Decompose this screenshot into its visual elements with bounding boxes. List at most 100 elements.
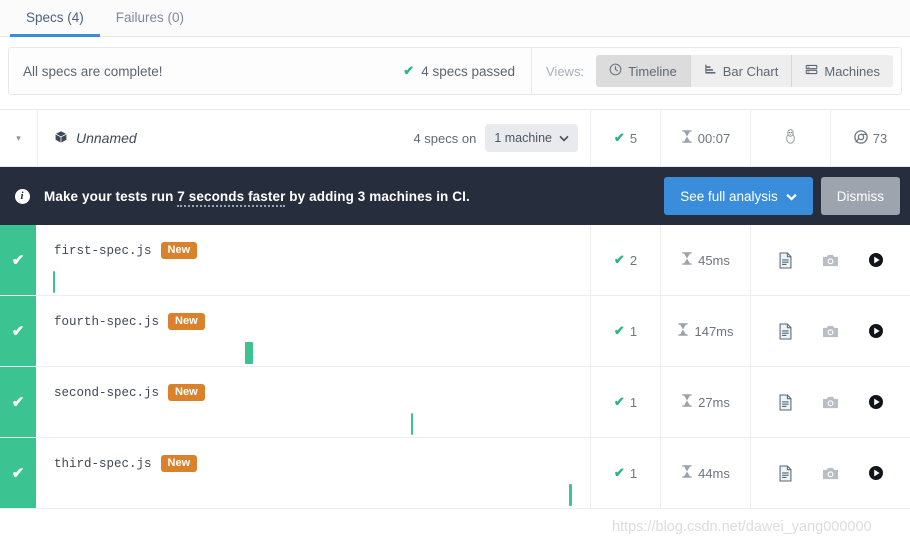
cube-icon [54, 130, 68, 147]
machine-count-dropdown[interactable]: 1 machine [485, 124, 578, 152]
hourglass-icon [677, 323, 689, 339]
group-os [750, 109, 830, 167]
play-icon[interactable] [868, 465, 884, 481]
tab-specs[interactable]: Specs (4) [10, 0, 100, 37]
chevron-down-icon [786, 189, 797, 204]
group-duration-value: 00:07 [697, 130, 731, 146]
chevron-down-icon [559, 131, 569, 145]
group-passed-count: ✔ 5 [590, 109, 660, 167]
spec-duration-value: 45ms [698, 252, 730, 268]
spec-duration: 45ms [660, 225, 750, 295]
check-icon: ✔ [613, 252, 625, 267]
status-badge: New [160, 455, 198, 473]
group-duration: 00:07 [660, 109, 750, 167]
spec-passed-value: 1 [629, 465, 638, 481]
document-icon[interactable] [778, 322, 793, 340]
document-icon[interactable] [778, 464, 793, 482]
see-full-analysis-button[interactable]: See full analysis [664, 177, 813, 215]
table-row[interactable]: ✔ fourth-spec.js New ✔ 1 147ms [0, 296, 910, 367]
spec-group-row: ▾ Unnamed 4 specs on 1 machine ✔ 5 00:07… [0, 109, 910, 167]
spec-passed-value: 2 [629, 252, 638, 268]
banner-highlight: 7 seconds faster [177, 188, 286, 207]
document-icon[interactable] [778, 251, 793, 269]
camera-icon[interactable] [822, 395, 839, 410]
spec-name-line: third-spec.js New [54, 438, 590, 473]
status-message: All specs are complete! [23, 63, 163, 79]
tab-failures[interactable]: Failures (0) [100, 0, 200, 36]
play-icon[interactable] [868, 323, 884, 339]
spec-duration: 147ms [660, 296, 750, 366]
timeline-bar [569, 484, 572, 506]
spec-file-name: third-spec.js [54, 456, 152, 471]
spec-passed-count: ✔ 1 [590, 296, 660, 366]
spec-status-indicator: ✔ [0, 225, 36, 295]
machine-count-label: 1 machine [494, 131, 552, 145]
spec-file-name: second-spec.js [54, 385, 160, 400]
banner-suffix: by adding 3 machines in CI. [285, 188, 470, 204]
spec-main-cell: first-spec.js New [36, 225, 590, 295]
group-specs-on-label: 4 specs on [413, 130, 477, 146]
spec-status-indicator: ✔ [0, 367, 36, 437]
status-badge: New [168, 384, 205, 402]
spec-file-name: fourth-spec.js [54, 314, 160, 329]
spec-passed-count: ✔ 1 [590, 438, 660, 508]
table-row[interactable]: ✔ second-spec.js New ✔ 1 27ms [0, 367, 910, 438]
check-icon: ✔ [613, 323, 625, 338]
spec-main-cell: second-spec.js New [36, 367, 590, 437]
spec-list: ✔ first-spec.js New ✔ 2 45ms ✔ fourth-sp… [0, 225, 910, 509]
status-badge: New [168, 313, 205, 331]
test-runner-app: Specs (4) Failures (0) All specs are com… [0, 0, 910, 548]
machines-icon [805, 63, 818, 79]
spec-actions [750, 296, 910, 366]
camera-icon[interactable] [822, 466, 839, 481]
spec-actions [750, 225, 910, 295]
status-bar: All specs are complete! ✔ 4 specs passed… [8, 47, 902, 95]
group-passed-value: 5 [629, 130, 638, 146]
spec-name-line: first-spec.js New [54, 225, 590, 260]
camera-icon[interactable] [822, 253, 839, 268]
check-icon: ✔ [613, 465, 625, 480]
group-browser: 73 [830, 109, 910, 167]
spec-duration-value: 147ms [694, 323, 734, 339]
play-icon[interactable] [868, 252, 884, 268]
table-row[interactable]: ✔ first-spec.js New ✔ 2 45ms [0, 225, 910, 296]
spec-name-line: second-spec.js New [54, 367, 590, 402]
spec-duration-value: 27ms [698, 394, 730, 410]
check-icon: ✔ [613, 394, 625, 409]
ci-analysis-banner: i Make your tests run 7 seconds faster b… [0, 167, 910, 225]
spec-actions [750, 438, 910, 508]
info-icon: i [0, 188, 44, 204]
camera-icon[interactable] [822, 324, 839, 339]
table-row[interactable]: ✔ third-spec.js New ✔ 1 44ms [0, 438, 910, 509]
play-icon[interactable] [868, 394, 884, 410]
view-barchart-button[interactable]: Bar Chart [690, 55, 793, 87]
view-barchart-label: Bar Chart [722, 63, 779, 79]
spec-passed-count: ✔ 1 [590, 367, 660, 437]
hourglass-icon [681, 394, 693, 410]
tab-bar: Specs (4) Failures (0) [0, 0, 910, 37]
specs-passed-summary: ✔ 4 specs passed [403, 63, 531, 79]
spec-passed-value: 1 [629, 323, 638, 339]
spec-duration: 27ms [660, 367, 750, 437]
view-machines-label: Machines [824, 63, 880, 79]
spec-duration: 44ms [660, 438, 750, 508]
view-machines-button[interactable]: Machines [792, 55, 893, 87]
bar-chart-icon [704, 63, 717, 79]
tab-specs-label: Specs (4) [26, 10, 84, 25]
document-icon[interactable] [778, 393, 793, 411]
chevron-down-icon: ▾ [16, 132, 21, 143]
spec-file-name: first-spec.js [54, 243, 152, 258]
group-collapse-toggle[interactable]: ▾ [0, 109, 38, 167]
banner-prefix: Make your tests run [44, 188, 178, 204]
spec-duration-value: 44ms [698, 465, 730, 481]
hourglass-icon [681, 130, 693, 146]
specs-passed-label: 4 specs passed [421, 63, 515, 79]
clock-icon [609, 63, 622, 79]
view-timeline-button[interactable]: Timeline [596, 55, 691, 87]
group-name-label: Unnamed [76, 130, 137, 146]
timeline-bar [245, 342, 253, 364]
see-full-analysis-label: See full analysis [680, 188, 778, 204]
spec-main-cell: third-spec.js New [36, 438, 590, 508]
views-toggle-group: Timeline Bar Chart Machines [596, 55, 901, 87]
dismiss-button[interactable]: Dismiss [820, 177, 900, 215]
